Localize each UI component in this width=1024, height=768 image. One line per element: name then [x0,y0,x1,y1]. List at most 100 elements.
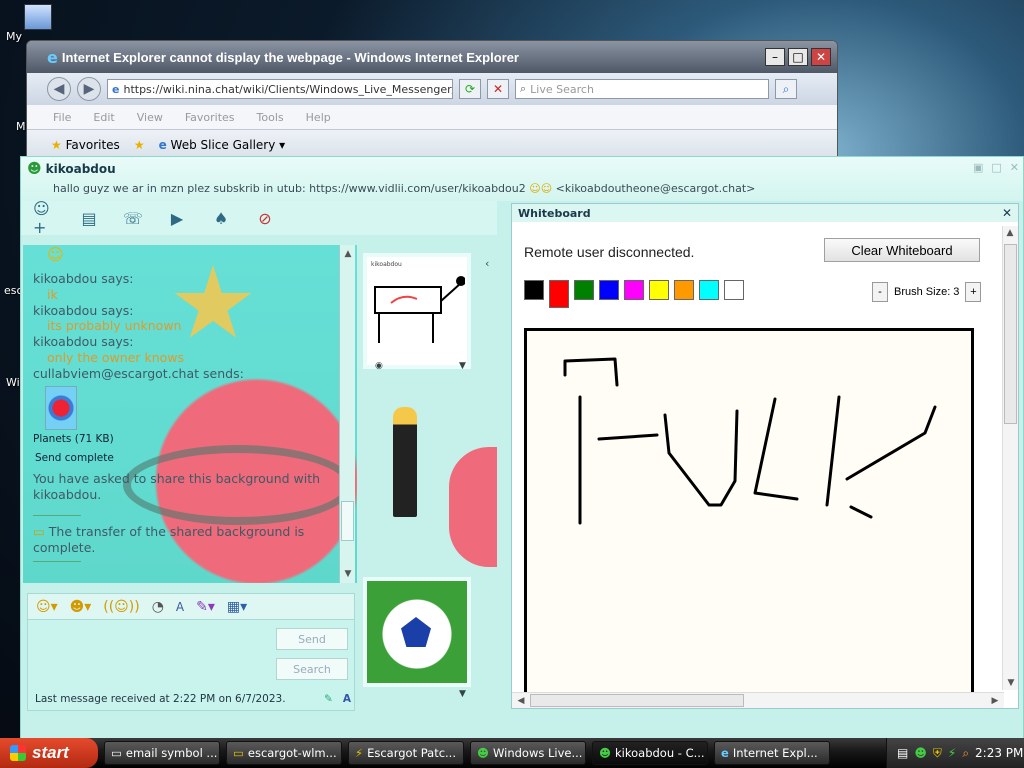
wink-menu-icon[interactable]: ☻▾ [70,599,92,615]
security-shield-icon[interactable]: ⛨ [933,746,942,761]
taskbar-item-label: escargot-wlm... [247,746,337,760]
taskbar-item[interactable]: ☻ Windows Live... [470,741,586,765]
close-icon[interactable]: ✕ [1010,161,1019,174]
games-icon[interactable]: ♠ [209,207,233,229]
menu-help[interactable]: Help [306,111,331,124]
minimize-button[interactable]: – [765,48,785,66]
clock[interactable]: 2:23 PM [975,746,1023,760]
scroll-thumb[interactable] [341,501,354,541]
invite-contact-icon[interactable]: ☺+ [33,199,57,237]
scroll-left-icon[interactable]: ◀ [514,694,528,708]
color-swatch-cyan[interactable] [699,280,719,300]
color-swatch-red[interactable] [549,280,569,308]
contact-display-picture[interactable]: kikoabdou [363,253,471,369]
search-icon: ⌕ [520,82,527,95]
menu-view[interactable]: View [137,111,163,124]
search-tray-icon[interactable]: ⌕ [962,746,969,761]
desktop-icon-label[interactable]: M [16,120,26,133]
search-input[interactable]: ⌕ Live Search [515,79,769,99]
brush-size-label: Brush Size: 3 [894,286,960,298]
nudge-icon[interactable]: ((☺)) [103,599,139,615]
file-name[interactable]: Planets (71 KB) [33,432,333,448]
text-mode-icon[interactable]: A [343,693,351,705]
send-files-icon[interactable]: ▤ [77,207,101,229]
collapse-pane-icon[interactable]: ‹ [485,257,489,270]
color-swatch-magenta[interactable] [624,280,644,300]
web-slice-gallery[interactable]: e Web Slice Gallery ▾ [159,138,286,152]
scroll-down-icon[interactable]: ▼ [1004,676,1018,690]
close-whiteboard-icon[interactable]: ✕ [1002,206,1012,220]
scroll-right-icon[interactable]: ▶ [988,694,1002,708]
desktop-icon-my-computer[interactable]: My [6,4,52,43]
taskbar-item[interactable]: ☻ kikoabdou - C... [592,741,708,765]
stop-icon[interactable]: ✕ [487,79,509,99]
color-swatch-blue[interactable] [599,280,619,300]
favorites-button[interactable]: ★ Favorites [51,138,120,152]
back-button[interactable]: ◀ [47,77,71,101]
messenger-buddy-icon: ☻ [477,746,489,760]
ie-navbar: ◀ ▶ e https://wiki.nina.chat/wiki/Client… [27,73,837,105]
background-icon[interactable]: ▦▾ [227,599,247,615]
menu-edit[interactable]: Edit [93,111,114,124]
taskbar-item[interactable]: ⚡ Escargot Patc... [348,741,464,765]
send-button[interactable]: Send [276,628,348,650]
keyboard-icon[interactable]: ▤ [897,746,908,760]
picture-menu-icon[interactable]: ▼ [459,689,466,699]
restore-icon[interactable]: ▣ [973,161,983,174]
color-swatch-yellow[interactable] [649,280,669,300]
color-swatch-white[interactable] [724,280,744,300]
maximize-button[interactable]: □ [788,48,808,66]
taskbar-item[interactable]: ▭ email symbol ... [104,741,220,765]
forward-button[interactable]: ▶ [77,77,101,101]
close-button[interactable]: ✕ [811,48,831,66]
refresh-icon[interactable]: ⟳ [459,79,481,99]
scroll-down-icon[interactable]: ▼ [341,567,355,581]
menu-tools[interactable]: Tools [257,111,284,124]
menu-favorites[interactable]: Favorites [185,111,235,124]
scroll-thumb[interactable] [530,694,744,707]
search-button[interactable]: Search [276,658,348,680]
desktop-icon-label[interactable]: Wi [6,376,20,389]
brush-decrease-button[interactable]: - [872,282,888,302]
brush-increase-button[interactable]: + [965,282,982,302]
network-icon[interactable]: ⚡ [948,746,956,760]
webcam-icon[interactable]: ◉ [375,361,383,371]
maximize-icon[interactable]: □ [991,161,1001,174]
color-swatch-orange[interactable] [674,280,694,300]
video-icon[interactable]: ▶ [165,207,189,229]
font-icon[interactable]: A [176,600,184,614]
scroll-up-icon[interactable]: ▲ [341,247,355,261]
clear-whiteboard-button[interactable]: Clear Whiteboard [824,238,980,262]
message-input[interactable] [28,620,268,690]
scroll-thumb[interactable] [1004,244,1017,424]
menu-file[interactable]: File [53,111,71,124]
my-display-picture[interactable] [363,577,471,687]
chat-scrollbar[interactable]: ▲ ▼ [339,245,355,583]
ink-pen-icon[interactable]: ✎▾ [196,599,215,615]
whiteboard-vscrollbar[interactable]: ▲ ▼ [1002,226,1018,690]
taskbar-item[interactable]: ▭ escargot-wlm... [226,741,342,765]
add-favorites-icon[interactable]: ★ [134,138,145,152]
block-contact-icon[interactable]: ⊘ [253,207,277,229]
messenger-header[interactable]: ☻ kikoabdou hallo guyz we ar in mzn plez … [21,157,1023,201]
color-swatch-green[interactable] [574,280,594,300]
brush-size-control: - Brush Size: 3 + [872,282,982,302]
web-slice-label: Web Slice Gallery [170,137,276,152]
voice-clip-icon[interactable]: ◔ [152,599,164,615]
ie-titlebar[interactable]: e Internet Explorer cannot display the w… [27,41,837,73]
phone-icon[interactable]: ☏ [121,207,145,229]
color-swatch-black[interactable] [524,280,544,300]
whiteboard-hscrollbar[interactable]: ◀ ▶ [512,692,1004,708]
whiteboard-canvas[interactable] [524,328,974,692]
messenger-tray-icon[interactable]: ☻ [914,746,927,760]
search-button[interactable]: ⌕ [775,79,797,99]
scroll-up-icon[interactable]: ▲ [1003,226,1017,240]
planet-thumbnail-icon[interactable] [45,385,77,430]
address-bar[interactable]: e https://wiki.nina.chat/wiki/Clients/Wi… [107,79,453,99]
start-button[interactable]: start [0,738,98,768]
picture-menu-icon[interactable]: ▼ [459,361,466,371]
contact-email: <kikoabdoutheone@escargot.chat> [555,182,756,195]
taskbar-item[interactable]: e Internet Expl... [714,741,830,765]
handwriting-icon[interactable]: ✎ [324,693,333,705]
emoticon-menu-icon[interactable]: ☺▾ [36,599,58,615]
